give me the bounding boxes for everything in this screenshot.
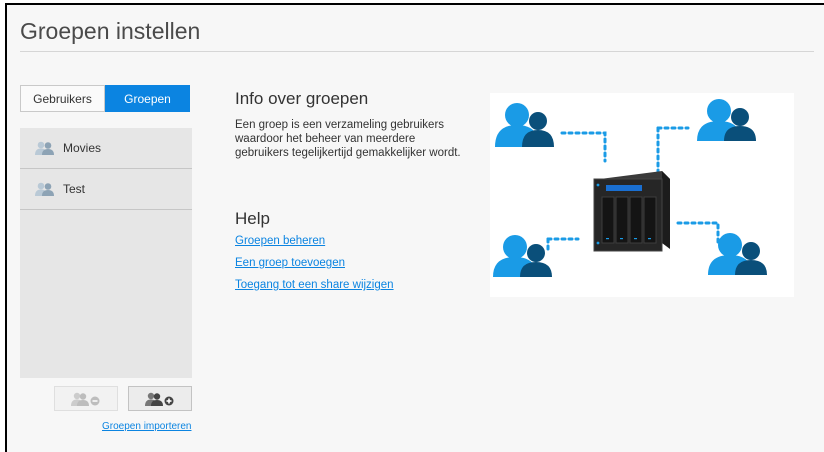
nas-diagram-illustration [493,99,767,277]
group-item-test[interactable]: Test [20,169,192,210]
tab-groups[interactable]: Groepen [105,85,190,112]
group-item-movies[interactable]: Movies [20,128,192,169]
user-group-icon [495,103,554,147]
info-text: Een groep is een verzameling gebruikers … [235,119,461,159]
nas-device-icon [593,171,670,252]
help-link-add-group[interactable]: Een groep toevoegen [235,257,394,269]
group-icon [35,141,54,155]
user-group-icon [493,235,552,277]
help-link-share-access[interactable]: Toegang tot een share wijzigen [235,279,394,291]
tab-users[interactable]: Gebruikers [20,85,105,112]
help-title: Help [235,209,270,228]
group-name: Movies [63,141,102,155]
page-title: Groepen instellen [20,18,201,44]
remove-group-button[interactable] [54,386,118,411]
info-title: Info over groepen [235,89,369,108]
app-frame: Groepen instellen Gebruikers Groepen Mov… [5,3,824,452]
import-groups-link[interactable]: Groepen importeren [102,421,192,432]
group-actions [54,386,192,411]
group-icon [35,182,54,196]
help-link-manage-groups[interactable]: Groepen beheren [235,235,394,247]
group-list: Movies Test [20,128,192,378]
group-name: Test [63,182,86,196]
user-group-icon [697,99,756,141]
add-group-button[interactable] [128,386,192,411]
add-group-icon [145,392,174,406]
title-divider [20,51,814,52]
tab-bar: Gebruikers Groepen [20,85,190,112]
remove-group-icon [71,392,100,406]
groups-diagram [490,93,794,297]
help-links: Groepen beheren Een groep toevoegen Toeg… [235,235,394,301]
